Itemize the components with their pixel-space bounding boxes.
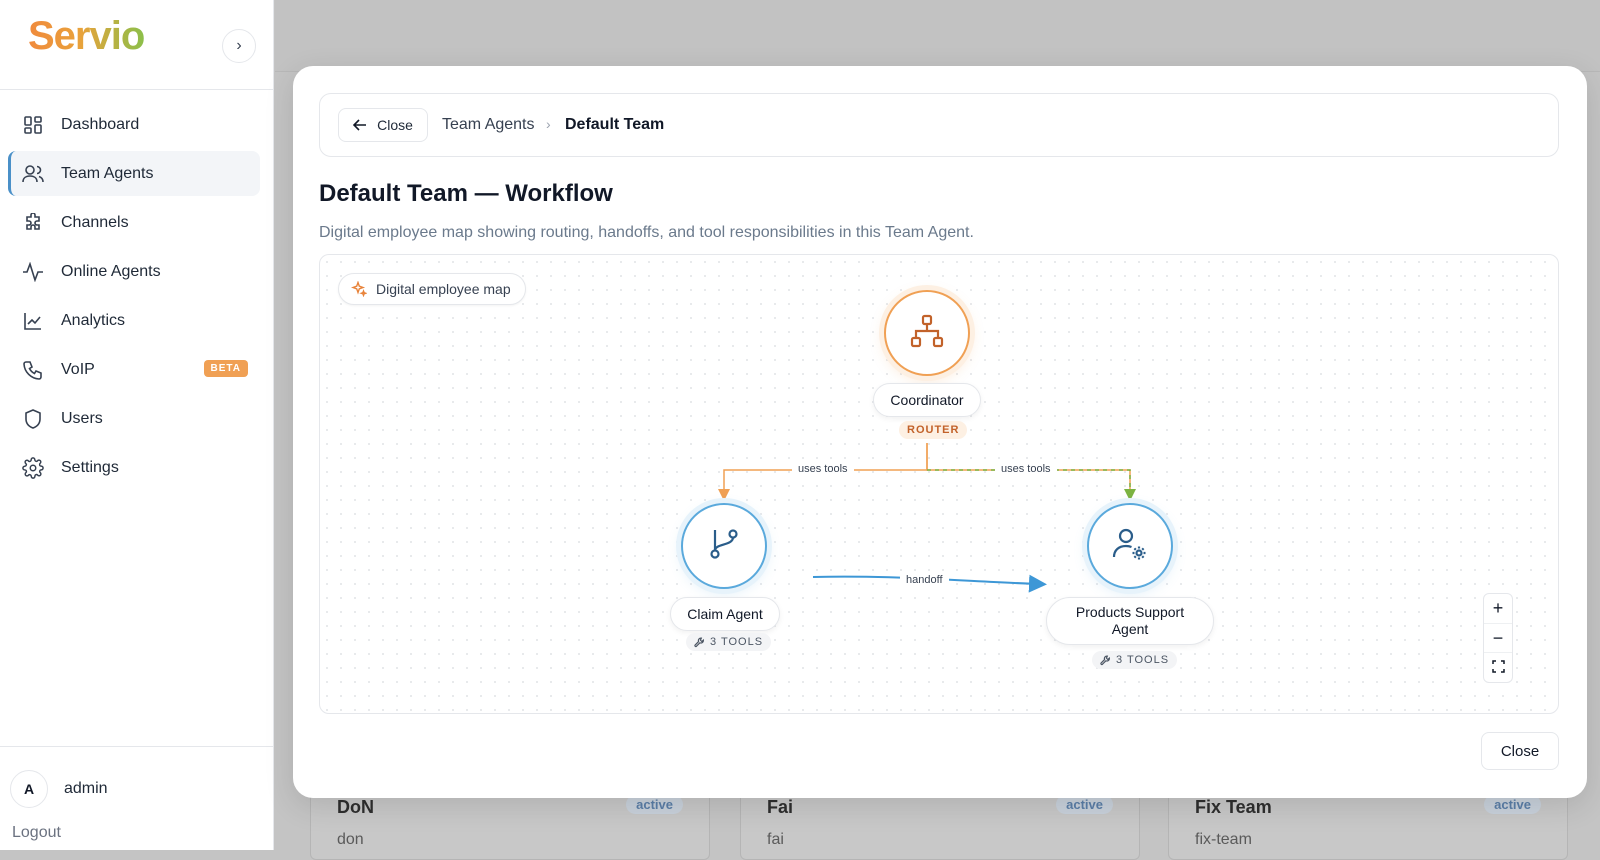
sidebar-item-label: Channels — [61, 213, 129, 231]
hierarchy-icon — [909, 313, 945, 354]
arrow-left-icon — [353, 118, 367, 132]
sidebar-item-label: Analytics — [61, 311, 126, 329]
chevron-right-icon: › — [546, 116, 551, 132]
sidebar-item-label: Dashboard — [61, 115, 140, 133]
sidebar-item-users[interactable]: Users — [8, 396, 260, 441]
servio-logo[interactable]: Servio — [28, 14, 145, 59]
puzzle-icon — [22, 212, 44, 234]
beta-badge: BETA — [203, 360, 248, 377]
team-card-title: Fix Team — [1195, 797, 1272, 817]
page-subtitle: Digital employee map showing routing, ha… — [319, 224, 974, 241]
divider — [0, 746, 274, 747]
coordinator-node[interactable] — [884, 290, 970, 376]
avatar: A — [10, 770, 48, 808]
edge-label: handoff — [900, 574, 949, 586]
sidebar-item-dashboard[interactable]: Dashboard — [8, 102, 260, 147]
products-support-agent-label[interactable]: Products Support Agent — [1046, 597, 1214, 645]
team-card-title: DoN — [337, 797, 374, 817]
products-support-agent-node[interactable] — [1087, 503, 1173, 589]
close-button-label: Close — [377, 117, 413, 133]
users-icon — [22, 163, 44, 185]
sidebar-item-online-agents[interactable]: Online Agents — [8, 249, 260, 294]
sidebar-item-settings[interactable]: Settings — [8, 445, 260, 490]
team-card-slug: fai — [767, 831, 784, 848]
breadcrumb-team-agents[interactable]: Team Agents — [442, 116, 535, 134]
breadcrumb: Close Team Agents › Default Team — [319, 93, 1559, 157]
sidebar-item-label: VoIP — [61, 360, 95, 378]
fit-view-button[interactable] — [1484, 652, 1512, 682]
zoom-controls: + − — [1483, 593, 1513, 683]
collapse-sidebar-button[interactable]: › — [222, 29, 256, 63]
sidebar-item-label: Users — [61, 409, 103, 427]
logout-link[interactable]: Logout — [12, 824, 61, 842]
tools-count-badge: 3 TOOLS — [686, 633, 772, 651]
sidebar-item-label: Online Agents — [61, 262, 161, 280]
team-card-title: Fai — [767, 797, 794, 817]
workflow-canvas[interactable]: Digital employee map uses tools uses too… — [319, 254, 1559, 714]
line-chart-icon — [22, 310, 44, 332]
edge-label: uses tools — [792, 463, 854, 475]
claim-agent-label[interactable]: Claim Agent — [670, 597, 780, 631]
page-topbar — [275, 0, 1600, 72]
wrench-icon — [694, 637, 705, 648]
tools-count-label: 3 TOOLS — [710, 636, 764, 648]
activity-icon — [22, 261, 44, 283]
team-card-slug: don — [337, 831, 364, 848]
router-badge: ROUTER — [899, 421, 968, 439]
tools-count-label: 3 TOOLS — [1116, 654, 1170, 666]
edge-label: uses tools — [995, 463, 1057, 475]
sidebar-item-label: Settings — [61, 458, 119, 476]
user-name: admin — [64, 780, 108, 797]
tools-count-badge: 3 TOOLS — [1092, 651, 1178, 669]
workflow-modal: Close Team Agents › Default Team Default… — [293, 66, 1587, 798]
zoom-in-button[interactable]: + — [1484, 594, 1512, 623]
sidebar-item-analytics[interactable]: Analytics — [8, 298, 260, 343]
gear-icon — [22, 456, 44, 479]
user-profile[interactable]: A admin — [10, 770, 108, 808]
page-title: Default Team — Workflow — [319, 180, 613, 207]
git-branch-icon — [706, 526, 742, 567]
wrench-icon — [1100, 655, 1111, 666]
user-gear-icon — [1111, 525, 1149, 568]
sidebar-item-voip[interactable]: VoIP BETA — [8, 347, 260, 392]
shield-icon — [22, 408, 44, 430]
sidebar-item-channels[interactable]: Channels — [8, 200, 260, 245]
breadcrumb-current: Default Team — [565, 116, 665, 133]
grid-icon — [22, 114, 44, 136]
sidebar-nav: Dashboard Team Agents Channels Online Ag… — [8, 102, 260, 494]
coordinator-label[interactable]: Coordinator — [873, 383, 981, 417]
sidebar: Servio › Dashboard Team Agents Channels — [0, 0, 274, 850]
team-card-slug: fix-team — [1195, 831, 1252, 848]
close-button[interactable]: Close — [338, 108, 428, 142]
sidebar-item-team-agents[interactable]: Team Agents — [8, 151, 260, 196]
zoom-out-button[interactable]: − — [1484, 622, 1512, 653]
phone-icon — [22, 359, 44, 381]
divider — [0, 89, 274, 90]
sidebar-item-label: Team Agents — [61, 164, 154, 182]
claim-agent-node[interactable] — [681, 503, 767, 589]
footer-close-button[interactable]: Close — [1481, 732, 1559, 770]
fullscreen-icon — [1491, 657, 1505, 678]
